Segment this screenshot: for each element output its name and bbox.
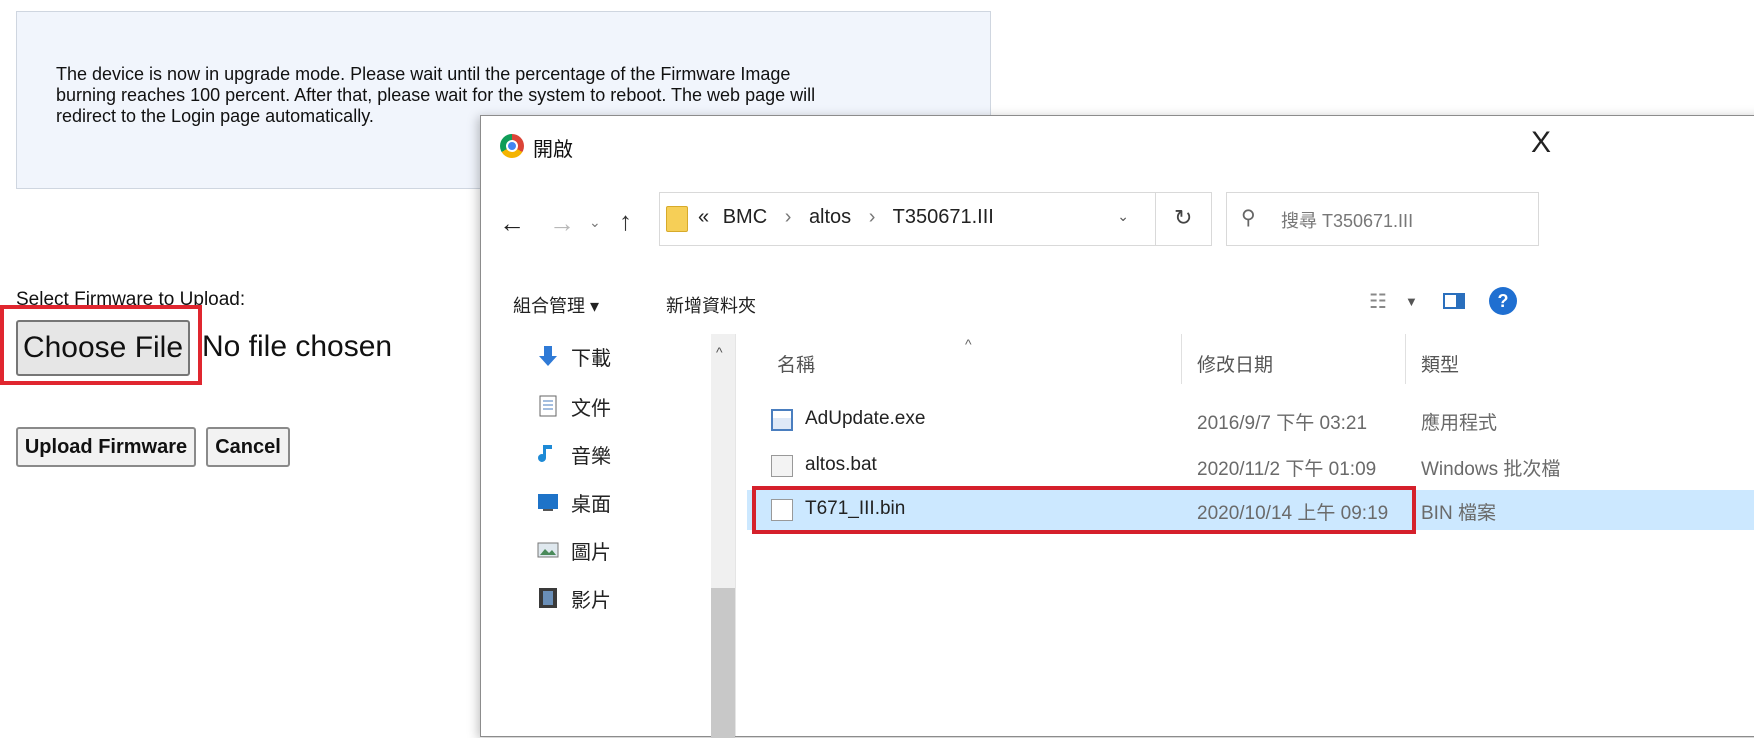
nav-item-label: 圖片 <box>571 541 611 564</box>
refresh-icon: ↻ <box>1174 205 1193 230</box>
breadcrumb-current[interactable]: T350671.III <box>893 206 994 228</box>
address-dropdown-icon[interactable]: ⌄ <box>1117 208 1129 225</box>
search-placeholder: 搜尋 T350671.III <box>1281 211 1414 231</box>
upload-firmware-button[interactable]: Upload Firmware <box>16 427 196 467</box>
column-header-type[interactable]: 類型 <box>1421 350 1459 377</box>
file-name: AdUpdate.exe <box>805 408 926 429</box>
search-input[interactable]: ⚲ 搜尋 T350671.III <box>1226 192 1539 246</box>
nav-item-videos[interactable]: 影片 <box>537 578 611 618</box>
document-icon <box>537 395 559 417</box>
address-bar[interactable]: « BMC › altos › T350671.III ⌄ <box>659 192 1156 246</box>
exe-icon <box>771 409 793 431</box>
column-divider[interactable] <box>1181 334 1182 384</box>
back-arrow-icon[interactable]: ← <box>499 208 525 239</box>
folder-icon <box>666 206 688 232</box>
scroll-up-icon[interactable]: ^ <box>716 344 723 360</box>
file-name: altos.bat <box>805 454 877 475</box>
column-divider[interactable] <box>1405 334 1406 384</box>
file-date: 2020/11/2 下午 01:09 <box>1197 459 1377 480</box>
up-arrow-icon[interactable]: ↑ <box>619 206 632 237</box>
column-header-name[interactable]: 名稱 <box>777 350 815 377</box>
nav-item-label: 下載 <box>571 347 611 370</box>
nav-pane-scrollbar[interactable]: ^ <box>711 334 735 738</box>
forward-arrow-icon[interactable]: → <box>549 208 575 239</box>
nav-item-label: 文件 <box>571 397 611 420</box>
nav-item-pictures[interactable]: 圖片 <box>537 530 611 570</box>
breadcrumb-separator: › <box>784 206 792 228</box>
navigation-pane: 下載 文件 音樂 桌面 圖片 影片 <box>481 334 735 736</box>
nav-item-label: 音樂 <box>571 445 611 468</box>
pane-divider[interactable] <box>735 334 736 736</box>
view-dropdown-icon[interactable]: ▼ <box>1405 294 1418 309</box>
selected-file-highlight <box>752 486 1416 534</box>
dialog-title-bar: 開啟 X <box>481 116 1754 178</box>
file-type: 應用程式 <box>1421 413 1498 434</box>
breadcrumb-bmc[interactable]: BMC <box>723 206 767 228</box>
refresh-button[interactable]: ↻ <box>1156 192 1212 246</box>
sort-indicator-icon: ^ <box>965 336 972 352</box>
nav-item-desktop[interactable]: 桌面 <box>537 482 611 522</box>
desktop-icon <box>537 491 559 513</box>
open-file-dialog: 開啟 X ← → ⌄ ↑ « BMC › altos › T350671.III… <box>480 115 1754 738</box>
nav-item-downloads[interactable]: 下載 <box>537 336 611 376</box>
chrome-icon <box>500 134 524 158</box>
file-type: Windows 批次檔 <box>1421 459 1561 480</box>
nav-item-label: 桌面 <box>571 493 611 516</box>
scroll-thumb[interactable] <box>711 588 735 738</box>
new-folder-button[interactable]: 新增資料夾 <box>666 292 756 318</box>
preview-pane-icon[interactable] <box>1443 293 1465 309</box>
breadcrumb-separator: › <box>868 206 876 228</box>
recent-locations-chevron-icon[interactable]: ⌄ <box>589 214 601 231</box>
bat-icon <box>771 455 793 477</box>
nav-item-label: 影片 <box>571 589 611 612</box>
organize-menu[interactable]: 組合管理 ▾ <box>513 292 599 318</box>
help-icon[interactable]: ? <box>1489 287 1517 315</box>
file-date: 2016/9/7 下午 03:21 <box>1197 413 1368 434</box>
music-icon <box>537 443 559 465</box>
column-header-date[interactable]: 修改日期 <box>1197 350 1273 377</box>
pictures-icon <box>537 539 559 561</box>
file-row[interactable]: altos.bat 2020/11/2 下午 01:09 Windows 批次檔 <box>747 446 1754 486</box>
nav-item-music[interactable]: 音樂 <box>537 434 611 474</box>
search-icon: ⚲ <box>1241 207 1256 229</box>
nav-item-documents[interactable]: 文件 <box>537 386 611 426</box>
view-options-icon[interactable]: ☷ <box>1369 289 1387 314</box>
dialog-title: 開啟 <box>533 139 573 161</box>
no-file-chosen-text: No file chosen <box>202 330 393 363</box>
close-icon[interactable]: X <box>1531 126 1551 160</box>
breadcrumb-overflow[interactable]: « <box>698 206 709 228</box>
videos-icon <box>537 587 559 609</box>
file-type: BIN 檔案 <box>1421 503 1496 524</box>
breadcrumb-altos[interactable]: altos <box>809 206 851 228</box>
download-icon <box>537 345 559 367</box>
file-row[interactable]: AdUpdate.exe 2016/9/7 下午 03:21 應用程式 <box>747 400 1754 440</box>
breadcrumb: « BMC › altos › T350671.III <box>698 206 994 229</box>
choose-file-button[interactable]: Choose File <box>16 320 190 376</box>
cancel-button[interactable]: Cancel <box>206 427 290 467</box>
